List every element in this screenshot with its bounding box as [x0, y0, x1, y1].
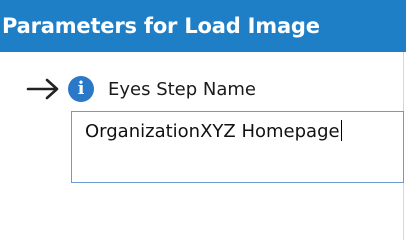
panel-title: Parameters for Load Image	[2, 14, 320, 38]
eyes-step-name-value: OrganizationXYZ Homepage	[85, 121, 340, 142]
panel-body: i Eyes Step Name OrganizationXYZ Homepag…	[0, 52, 406, 240]
parameters-panel: Parameters for Load Image i Eyes Step Na…	[0, 0, 406, 240]
panel-header: Parameters for Load Image	[0, 0, 406, 52]
text-caret	[340, 120, 342, 141]
info-icon[interactable]: i	[68, 76, 94, 102]
parameter-label: Eyes Step Name	[108, 78, 257, 100]
arrow-right-icon	[26, 74, 62, 104]
eyes-step-name-input[interactable]: OrganizationXYZ Homepage	[71, 111, 404, 183]
parameter-row: i Eyes Step Name	[26, 74, 256, 104]
